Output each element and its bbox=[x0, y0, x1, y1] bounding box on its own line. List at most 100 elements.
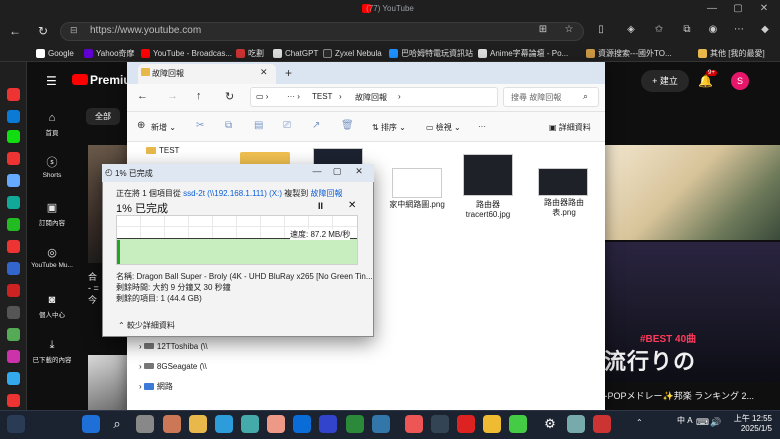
app-icon[interactable] bbox=[567, 415, 585, 433]
nav-downloads[interactable]: ⤓ 已下載的內容 bbox=[27, 339, 77, 364]
bookmark-zyxel-nebula[interactable]: Zyxel Nebula bbox=[323, 46, 382, 60]
bookmark-chatgpt[interactable]: ChatGPT bbox=[273, 46, 318, 60]
destination-link[interactable]: 故障回報 bbox=[310, 189, 342, 198]
new-button[interactable]: 新增 ⌄ bbox=[151, 122, 176, 133]
search-icon[interactable]: ⌕ bbox=[108, 415, 126, 433]
file-thumbnail-routing-table[interactable] bbox=[538, 168, 588, 196]
settings-gear-icon[interactable]: ⚙ bbox=[541, 415, 559, 433]
file-name[interactable]: 家中網路圖.png bbox=[382, 200, 452, 210]
delete-icon[interactable]: 🗑 bbox=[341, 121, 354, 131]
app-icon[interactable] bbox=[405, 415, 423, 433]
android-icon[interactable] bbox=[509, 415, 527, 433]
source-link[interactable]: ssd-2t (\\192.168.1.111) (X:) bbox=[183, 189, 282, 198]
nav-youtube-music[interactable]: ◎ YouTube Mu... bbox=[27, 247, 77, 269]
tree-item-test[interactable]: TEST bbox=[146, 146, 179, 155]
video-title[interactable]: J-POPメドレー✨邦楽 ランキング 2... bbox=[600, 389, 754, 402]
app-icon[interactable] bbox=[593, 415, 611, 433]
file-name[interactable]: 路由器 tracert60.jpg bbox=[456, 200, 520, 220]
network-icon[interactable]: ⌨ bbox=[696, 417, 709, 428]
app-icon[interactable] bbox=[431, 415, 449, 433]
bookmark-google[interactable]: Google bbox=[36, 46, 74, 60]
close-button[interactable]: ✕ bbox=[352, 166, 366, 177]
sidebar-app-1-icon[interactable] bbox=[7, 88, 20, 101]
app-icon[interactable] bbox=[372, 415, 390, 433]
file-explorer-icon[interactable] bbox=[189, 415, 207, 433]
sidebar-app-6-icon[interactable] bbox=[7, 196, 20, 209]
minimize-button[interactable]: — bbox=[310, 166, 324, 176]
extension-2-icon[interactable]: ◈ bbox=[624, 24, 638, 38]
app-icon[interactable] bbox=[457, 415, 475, 433]
nav-subscriptions[interactable]: ▣ 訂閱內容 bbox=[27, 202, 77, 227]
taskbar-clock[interactable]: 上午 12:55 2025/1/5 bbox=[726, 414, 772, 434]
breadcrumb-more[interactable]: ··· › bbox=[287, 92, 300, 101]
sidebar-app-15-icon[interactable] bbox=[7, 394, 20, 407]
cancel-copy-button[interactable]: ✕ bbox=[348, 200, 356, 211]
bookmark-food[interactable]: 吃劃 bbox=[236, 46, 264, 60]
bookmark-anime-forum[interactable]: Anime字幕論壇 - Po... bbox=[478, 46, 568, 60]
app-icon[interactable] bbox=[483, 415, 501, 433]
volume-icon[interactable]: 🔊 bbox=[710, 417, 721, 428]
bookmark-yahoo[interactable]: Yahoo奇摩 bbox=[84, 46, 135, 60]
bookmark-resource-search[interactable]: 資源搜索---國外TO... bbox=[586, 46, 672, 60]
maximize-button[interactable]: ▢ bbox=[330, 166, 344, 177]
search-placeholder[interactable]: 搜尋 故障回報 bbox=[511, 92, 561, 103]
bookmark-other-folder[interactable]: 其他 [我的最愛] bbox=[698, 46, 765, 60]
app-icon[interactable] bbox=[241, 415, 259, 433]
tree-item-network[interactable]: › 網路 bbox=[139, 381, 173, 392]
ime-indicator[interactable]: 中 A bbox=[677, 415, 693, 426]
minimize-button[interactable]: — bbox=[700, 2, 724, 16]
filter-chip-all[interactable]: 全部 bbox=[86, 108, 120, 125]
close-window-button[interactable]: ✕ bbox=[752, 2, 776, 16]
back-arrow-icon[interactable]: ← bbox=[137, 90, 148, 102]
favorite-star-icon[interactable]: ☆ bbox=[562, 24, 576, 38]
sidebar-app-9-icon[interactable] bbox=[7, 262, 20, 275]
details-pane-button[interactable]: ▣ 詳細資料 bbox=[549, 122, 591, 133]
video-thumbnail[interactable] bbox=[88, 355, 128, 410]
breadcrumb-item-current[interactable]: 故障回報 bbox=[355, 92, 387, 103]
url-text[interactable]: https://www.youtube.com bbox=[90, 25, 201, 36]
app-icon[interactable] bbox=[319, 415, 337, 433]
video-caption-left[interactable]: 合- = 今 bbox=[88, 270, 99, 306]
tree-item-8g-seagate[interactable]: › 8GSeagate (\\ bbox=[139, 362, 207, 371]
pause-button[interactable]: II bbox=[318, 201, 323, 211]
sidebar-app-13-icon[interactable] bbox=[7, 350, 20, 363]
search-icon[interactable]: ⌕ bbox=[583, 91, 588, 102]
notification-bell-icon[interactable]: 🔔 bbox=[698, 74, 713, 88]
avatar[interactable]: S bbox=[731, 72, 749, 90]
fewer-details-button[interactable]: ⌃ 較少詳細資料 bbox=[118, 320, 175, 331]
sidebar-app-8-icon[interactable] bbox=[7, 240, 20, 253]
task-view-icon[interactable] bbox=[136, 415, 154, 433]
tree-item-12t-toshiba[interactable]: › 12TToshiba (\\ bbox=[139, 342, 208, 351]
breadcrumb-item-test[interactable]: TEST bbox=[312, 92, 332, 101]
sidebar-app-7-icon[interactable] bbox=[7, 218, 20, 231]
file-thumbnail-tracert[interactable] bbox=[463, 154, 513, 196]
create-button[interactable]: + 建立 bbox=[641, 70, 689, 92]
sort-button[interactable]: ⇅ 排序 ⌄ bbox=[372, 122, 406, 133]
copilot-icon[interactable]: ◆ bbox=[758, 24, 772, 38]
file-thumbnail-network-diagram[interactable] bbox=[392, 168, 442, 198]
sidebar-app-3-icon[interactable] bbox=[7, 130, 20, 143]
sidebar-app-12-icon[interactable] bbox=[7, 328, 20, 341]
app-icon[interactable] bbox=[346, 415, 364, 433]
app-available-icon[interactable]: ⊞ bbox=[536, 24, 550, 38]
nav-you[interactable]: ◙ 個人中心 bbox=[27, 294, 77, 319]
new-tab-icon[interactable]: + bbox=[285, 66, 292, 80]
share-icon[interactable]: ↗ bbox=[312, 121, 322, 131]
back-arrow-icon[interactable]: ← bbox=[6, 22, 24, 40]
explorer-tab-label[interactable]: 故障回報 bbox=[152, 68, 184, 79]
youtube-logo-icon[interactable] bbox=[72, 74, 88, 85]
more-menu-icon[interactable]: ⋯ bbox=[732, 24, 746, 38]
refresh-icon[interactable]: ↻ bbox=[225, 90, 234, 103]
extension-icon[interactable]: ▯ bbox=[594, 24, 608, 38]
video-thumbnail[interactable] bbox=[600, 145, 780, 240]
maximize-button[interactable]: ▢ bbox=[726, 2, 750, 16]
widgets-icon[interactable] bbox=[7, 415, 25, 433]
profile-icon[interactable]: ◉ bbox=[706, 24, 720, 38]
paste-icon[interactable]: ▤ bbox=[254, 121, 264, 131]
file-name[interactable]: 路由器路由表.png bbox=[533, 198, 595, 218]
bookmark-gamer[interactable]: 巴哈姆特電玩資訊站 bbox=[389, 46, 473, 60]
sidebar-app-4-icon[interactable] bbox=[7, 152, 20, 165]
forward-arrow-icon[interactable]: → bbox=[167, 90, 178, 102]
copy-icon[interactable]: ⧉ bbox=[225, 121, 235, 131]
nav-home[interactable]: ⌂ 首頁 bbox=[27, 112, 77, 137]
